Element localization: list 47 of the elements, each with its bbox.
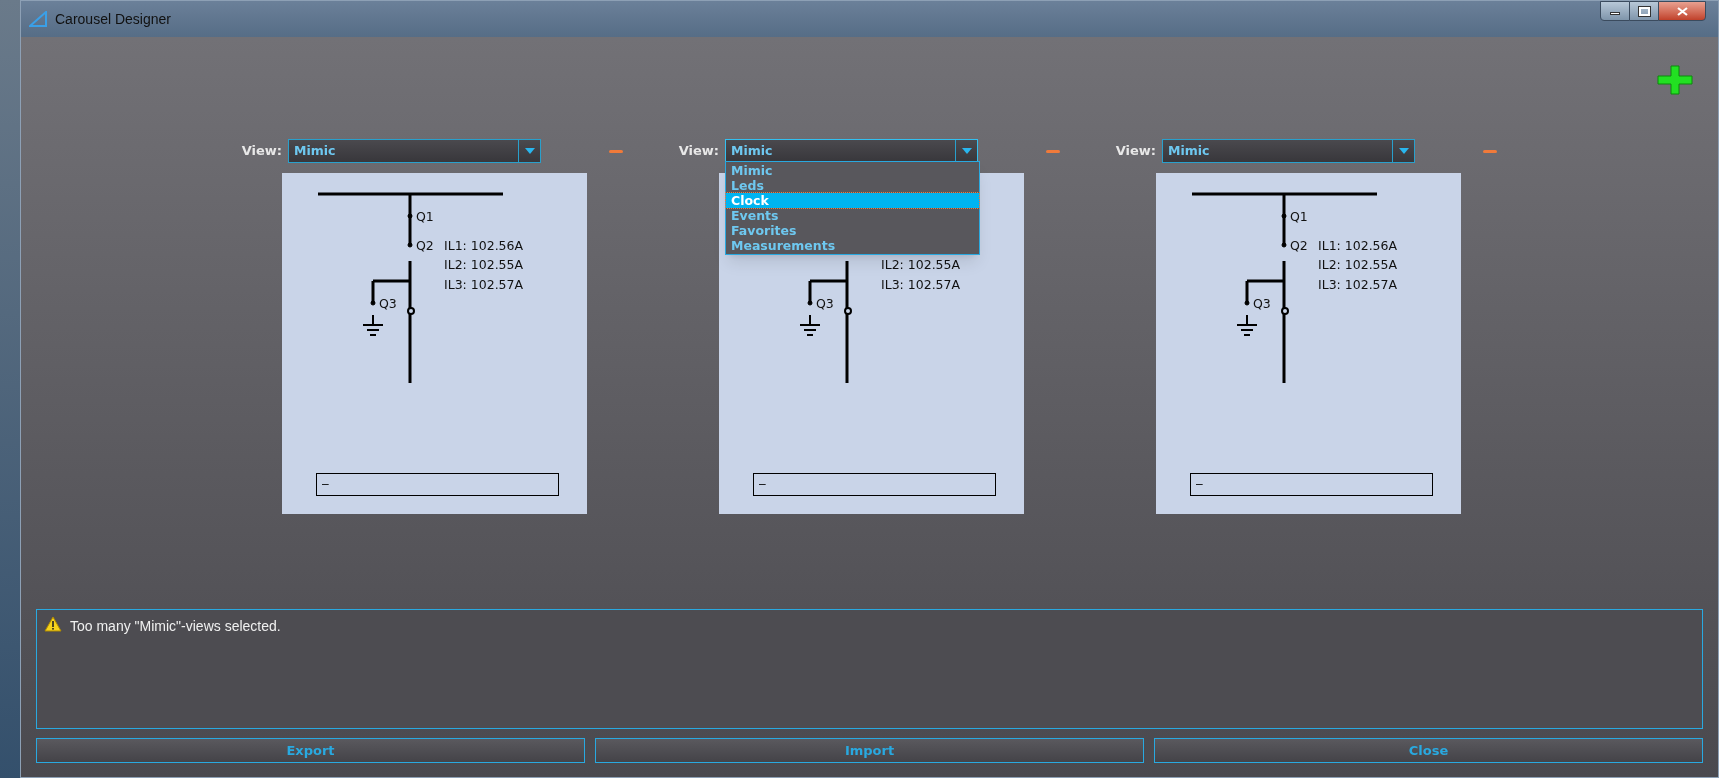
caption-field: – xyxy=(316,473,559,496)
window-title: Carousel Designer xyxy=(55,9,171,29)
dropdown-option[interactable]: Leds xyxy=(726,178,979,193)
switch-label: Q1 xyxy=(416,209,434,224)
current-reading: IL2: 102.55A xyxy=(1318,257,1398,272)
action-button[interactable]: Close xyxy=(1154,738,1703,763)
remove-icon[interactable] xyxy=(1483,149,1497,153)
switch-label: Q1 xyxy=(1290,209,1308,224)
dropdown-option[interactable]: Measurements xyxy=(726,238,979,253)
current-reading: IL1: 102.56A xyxy=(1318,238,1398,253)
warning-message: Too many "Mimic"-views selected. xyxy=(70,617,281,636)
view-label: View: xyxy=(240,142,282,161)
minimize-button[interactable] xyxy=(1600,1,1630,21)
current-reading: IL3: 102.57A xyxy=(444,277,524,292)
current-reading: IL1: 102.56A xyxy=(444,238,524,253)
dropdown-option[interactable]: Mimic xyxy=(726,163,979,178)
app-icon xyxy=(29,11,47,27)
view-dropdown[interactable]: Mimic xyxy=(1162,139,1415,163)
current-reading: IL3: 102.57A xyxy=(881,277,961,292)
add-icon[interactable] xyxy=(1656,65,1694,95)
dropdown-option[interactable]: Favorites xyxy=(726,223,979,238)
dropdown-option[interactable]: Events xyxy=(726,208,979,223)
action-button[interactable]: Export xyxy=(36,738,585,763)
close-button[interactable] xyxy=(1658,1,1706,21)
switch-label: Q2 xyxy=(416,238,434,253)
caption-field: – xyxy=(1190,473,1433,496)
current-reading: IL2: 102.55A xyxy=(444,257,524,272)
switch-label: Q3 xyxy=(1253,296,1271,311)
caption-field: – xyxy=(753,473,996,496)
warning-icon xyxy=(44,616,62,632)
maximize-icon xyxy=(1638,6,1650,16)
view-dropdown[interactable]: Mimic xyxy=(725,139,978,163)
view-dropdown[interactable]: Mimic xyxy=(288,139,541,163)
current-reading: IL3: 102.57A xyxy=(1318,277,1398,292)
action-button[interactable]: Import xyxy=(595,738,1144,763)
view-label: View: xyxy=(677,142,719,161)
switch-label: Q3 xyxy=(379,296,397,311)
remove-icon[interactable] xyxy=(1046,149,1060,153)
view-label: View: xyxy=(1114,142,1156,161)
switch-label: Q3 xyxy=(816,296,834,311)
dropdown-option[interactable]: Clock xyxy=(726,193,979,208)
remove-icon[interactable] xyxy=(609,149,623,153)
minimize-icon xyxy=(1610,12,1620,15)
maximize-button[interactable] xyxy=(1630,1,1658,21)
close-icon xyxy=(1676,6,1688,16)
current-reading: IL2: 102.55A xyxy=(881,257,961,272)
switch-label: Q2 xyxy=(1290,238,1308,253)
